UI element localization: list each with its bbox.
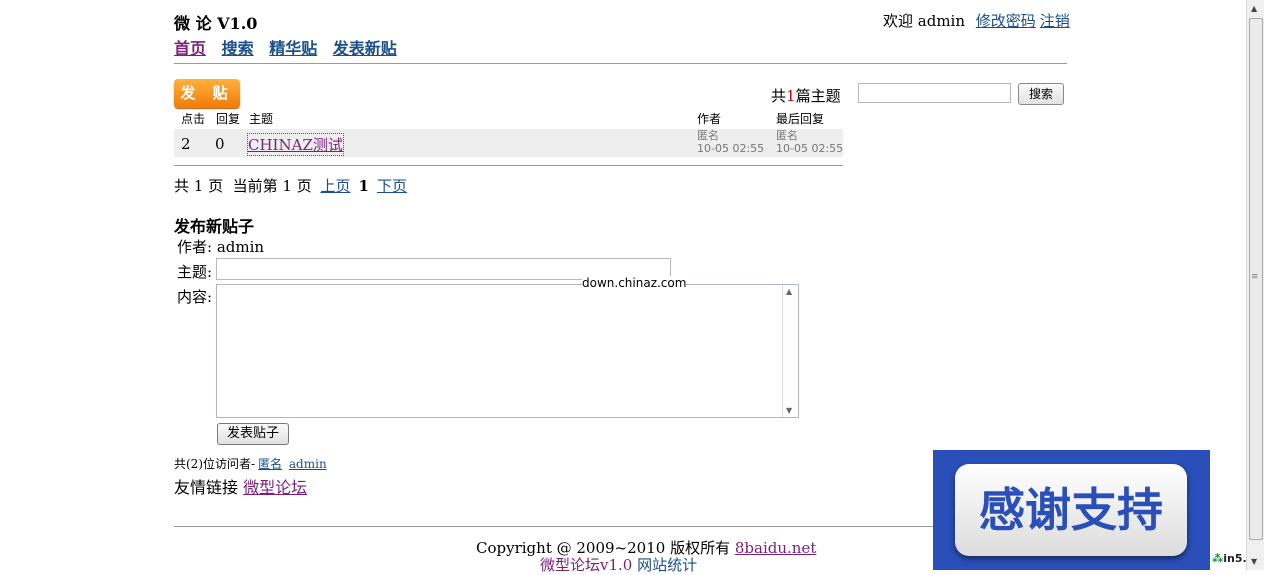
list-divider [174, 165, 843, 166]
header-replies: 回复 [216, 112, 241, 126]
scroll-down-icon[interactable]: ▼ [786, 406, 792, 415]
owner-link[interactable]: 8baidu.net [735, 539, 816, 557]
content-label: 内容: [177, 288, 213, 306]
topic-count: 共1篇主题 [771, 85, 841, 106]
nav-featured-link[interactable]: 精华贴 [269, 39, 317, 58]
header-topic: 主题 [249, 112, 274, 126]
header-divider [174, 63, 1067, 64]
subject-label: 主题: [177, 263, 213, 281]
welcome-text: 欢迎 admin [883, 12, 965, 30]
visitor-link-admin[interactable]: admin [289, 457, 327, 471]
topic-link[interactable]: CHINAZ测试 [247, 133, 344, 156]
ad-banner-text: 感谢支持 [955, 464, 1187, 556]
friend-links-label: 友情链接 [174, 478, 239, 497]
row-replies: 0 [215, 135, 225, 153]
window-scrollbar[interactable]: ▲ ≡ ▼ [1246, 0, 1264, 570]
user-welcome: 欢迎 admin 修改密码 注销 [883, 10, 1070, 31]
row-author-name: 匿名 [697, 129, 719, 142]
pagination-summary: 共 1 页 当前第 1 页 [174, 177, 312, 195]
app-version-link[interactable]: 微型论坛v1.0 [540, 556, 632, 574]
search-input[interactable] [858, 83, 1011, 103]
author-label: 作者: [177, 238, 213, 256]
logout-link[interactable]: 注销 [1040, 12, 1070, 30]
top-navigation: 首页 搜索 精华贴 发表新贴 [174, 35, 407, 59]
submit-post-button[interactable]: 发表贴子 [217, 423, 289, 445]
post-button[interactable]: 发 贴 [174, 79, 240, 108]
next-page-link[interactable]: 下页 [377, 177, 407, 195]
header-clicks: 点击 [181, 112, 206, 126]
watermark-text: down.chinaz.com [582, 276, 687, 290]
visitor-link-anonymous[interactable]: 匿名 [258, 457, 282, 471]
content-textarea[interactable]: ▲ ▼ [216, 284, 799, 418]
row-author-time: 10-05 02:55 [697, 142, 765, 155]
prev-page-link[interactable]: 上页 [320, 177, 350, 195]
change-password-link[interactable]: 修改密码 [976, 12, 1036, 30]
visitors-label: 共(2)位访问者- [174, 457, 256, 471]
author-value: admin [216, 238, 265, 256]
topic-count-suffix: 篇主题 [795, 87, 841, 105]
scroll-up-icon[interactable]: ▲ [786, 287, 792, 296]
form-title: 发布新贴子 [174, 217, 255, 236]
site-title: 微 论 V1.0 [174, 14, 258, 33]
topic-count-prefix: 共 [771, 87, 787, 105]
header-last-reply: 最后回复 [776, 112, 825, 126]
row-last-reply: 匿名 10-05 02:55 [776, 129, 843, 155]
scroll-grip-icon: ≡ [1251, 272, 1259, 282]
topic-count-value: 1 [786, 87, 796, 105]
search-button[interactable]: 搜索 [1018, 83, 1064, 105]
ad-site-mark-icon: ⁂ [1212, 552, 1224, 565]
row-last-reply-time: 10-05 02:55 [776, 142, 844, 155]
window-scroll-down-icon[interactable]: ▼ [1251, 557, 1257, 566]
nav-home-link[interactable]: 首页 [174, 39, 206, 58]
row-clicks: 2 [181, 135, 191, 153]
ad-banner[interactable]: 感谢支持 [933, 450, 1210, 570]
visitors-line: 共(2)位访问者- 匿名 admin [174, 455, 327, 472]
header-author: 作者 [697, 112, 722, 126]
stats-link[interactable]: 网站统计 [637, 556, 697, 574]
footer-links: 微型论坛v1.0 网站统计 [540, 554, 697, 575]
nav-new-post-link[interactable]: 发表新贴 [333, 39, 397, 58]
author-row: 作者: admin [177, 236, 264, 257]
current-page: 1 [358, 177, 369, 195]
textarea-scrollbar[interactable]: ▲ ▼ [782, 285, 798, 417]
row-last-reply-name: 匿名 [776, 129, 798, 142]
pagination: 共 1 页 当前第 1 页 上页 1 下页 [174, 175, 411, 196]
window-scroll-up-icon[interactable]: ▲ [1251, 4, 1257, 13]
row-author: 匿名 10-05 02:55 [697, 129, 764, 155]
friend-link-micro-forum[interactable]: 微型论坛 [243, 478, 307, 497]
friend-links: 友情链接 微型论坛 [174, 474, 307, 498]
nav-search-link[interactable]: 搜索 [222, 39, 254, 58]
